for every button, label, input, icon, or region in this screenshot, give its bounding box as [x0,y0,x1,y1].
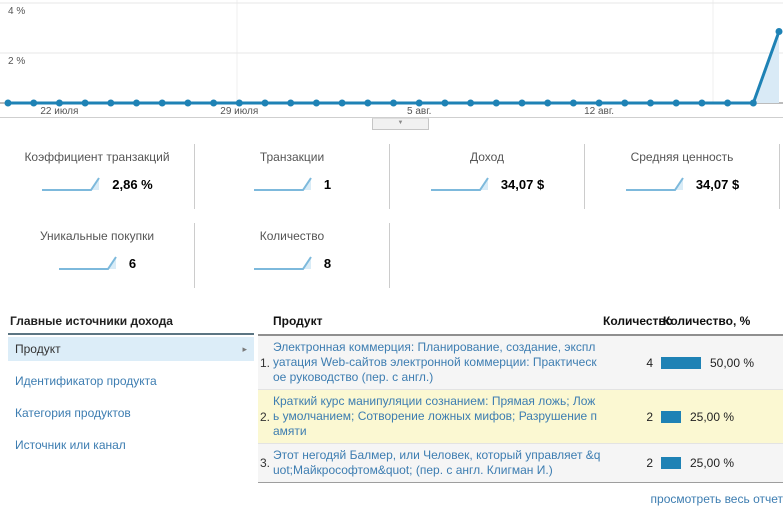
metric-transactions: Транзакции 1 [195,144,390,209]
metric-label: Коэффициент транзакций [0,150,194,164]
metric-value: 6 [129,256,136,271]
percent-bar [661,357,701,369]
metric-revenue: Доход 34,07 $ [390,144,585,209]
percent-value: 50,00 % [710,356,754,370]
products-table: Продукт Количество Количество, % 1. Элек… [258,310,783,506]
metric-quantity: Количество 8 [195,223,390,288]
column-header-quantity-percent: Количество, % [655,314,783,328]
row-number: 3. [258,456,273,470]
table-row: 2. Краткий курс манипуляции сознанием: П… [258,389,783,443]
percent-value: 25,00 % [690,410,734,424]
metric-label: Транзакции [195,150,389,164]
percent-bar [661,457,681,469]
svg-text:5 авг.: 5 авг. [407,106,431,117]
sidebar-item-product-id[interactable]: Идентификатор продукта [8,369,254,393]
view-full-report-link-wrap: просмотреть весь отчет [258,492,783,506]
collapse-chart-handle[interactable]: ▼ [372,118,429,130]
product-link[interactable]: Этот негодяй Балмер, или Человек, которы… [273,448,601,478]
report-sidebar: Главные источники дохода Продукт ▸ Идент… [8,310,254,506]
percent-value: 25,00 % [690,456,734,470]
metric-average-value: Средняя ценность 34,07 $ [585,144,780,209]
column-header-quantity: Количество [603,314,655,328]
svg-text:4 %: 4 % [8,6,25,17]
metric-label: Уникальные покупки [0,229,194,243]
metric-transaction-rate: Коэффициент транзакций 2,86 % [0,144,195,209]
sparkline-icon [41,175,103,193]
sparkline-icon [253,254,315,272]
view-full-report-link[interactable]: просмотреть весь отчет [651,492,783,506]
metric-value: 34,07 $ [696,177,739,192]
sidebar-item-source-channel[interactable]: Источник или канал [8,433,254,457]
column-header-product: Продукт [258,314,603,328]
table-row: 3. Этот негодяй Балмер, или Человек, кот… [258,443,783,482]
submenu-arrow-icon: ▸ [242,344,247,355]
quantity-value: 4 [601,356,653,370]
quantity-value: 2 [601,456,653,470]
row-number: 1. [258,356,273,370]
metric-value: 34,07 $ [501,177,544,192]
metric-unique-purchases: Уникальные покупки 6 [0,223,195,288]
metric-value: 2,86 % [112,177,152,192]
sparkline-icon [58,254,120,272]
metric-value: 1 [324,177,331,192]
sidebar-item-product[interactable]: Продукт ▸ [8,337,254,361]
sidebar-item-label: Источник или канал [15,438,126,452]
svg-text:2 %: 2 % [8,56,25,67]
metric-value: 8 [324,256,331,271]
table-row: 1. Электронная коммерция: Планирование, … [258,336,783,389]
sidebar-item-product-category[interactable]: Категория продуктов [8,401,254,425]
transaction-rate-line-chart[interactable]: 4 % 2 % 22 июля 29 июля 5 авг. 12 авг. [0,0,783,133]
product-link[interactable]: Электронная коммерция: Планирование, соз… [273,340,601,385]
metric-label: Средняя ценность [585,150,779,164]
svg-text:22 июля: 22 июля [40,106,78,117]
table-body: 1. Электронная коммерция: Планирование, … [258,336,783,483]
sparkline-icon [253,175,315,193]
sidebar-title: Главные источники дохода [8,310,254,335]
sidebar-item-label: Продукт [15,342,61,356]
metrics-summary: Коэффициент транзакций 2,86 % Транзакции… [0,144,783,288]
transaction-rate-chart-section: 4 % 2 % 22 июля 29 июля 5 авг. 12 авг. ▼ [0,0,783,130]
metric-label: Количество [195,229,389,243]
percent-bar [661,411,681,423]
svg-text:12 авг.: 12 авг. [584,106,614,117]
row-number: 2. [258,410,273,424]
product-link[interactable]: Краткий курс манипуляции сознанием: Прям… [273,394,601,439]
svg-text:29 июля: 29 июля [220,106,258,117]
sparkline-icon [625,175,687,193]
table-header-row: Продукт Количество Количество, % [258,310,783,336]
revenue-sources-report: Главные источники дохода Продукт ▸ Идент… [0,310,783,506]
sparkline-icon [430,175,492,193]
quantity-value: 2 [601,410,653,424]
metrics-row-1: Коэффициент транзакций 2,86 % Транзакции… [0,144,783,209]
sidebar-item-label: Идентификатор продукта [15,374,157,388]
sidebar-item-label: Категория продуктов [15,406,131,420]
metrics-row-2: Уникальные покупки 6 Количество 8 [0,223,783,288]
chevron-down-icon: ▼ [398,120,404,126]
metric-label: Доход [390,150,584,164]
